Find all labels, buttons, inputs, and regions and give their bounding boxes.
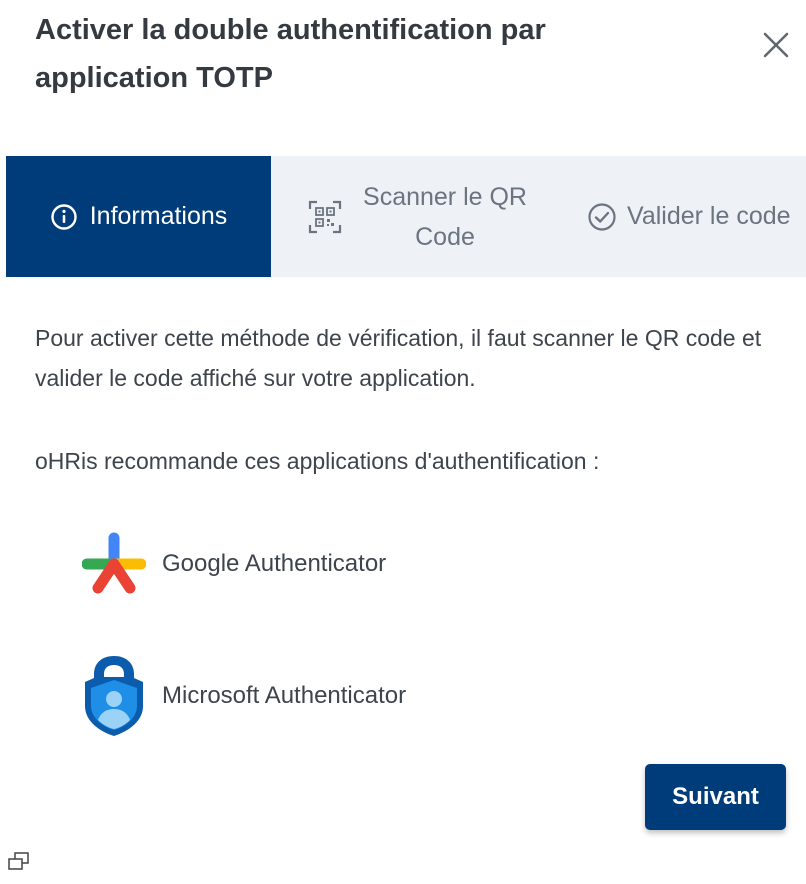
step-label: Scanner le QR Code [363, 182, 527, 251]
recommendation-text: oHRis recommande ces applications d'auth… [35, 448, 600, 474]
step-validate-code[interactable]: Valider le code [571, 156, 806, 277]
step-label: Valider le code [627, 202, 791, 230]
step-label: Informations [89, 202, 228, 230]
intro-text: Pour activer cette méthode de vérificati… [35, 325, 762, 391]
stepper: Informations Scanner le QR Code Valider … [6, 156, 806, 277]
step-informations[interactable]: Informations [6, 156, 271, 277]
app-microsoft-authenticator: Microsoft Authenticator [78, 654, 406, 738]
step-scan-qr[interactable]: Scanner le QR Code [271, 156, 571, 277]
app-google-authenticator: Google Authenticator [78, 532, 386, 596]
app-name: Microsoft Authenticator [162, 682, 407, 709]
next-button[interactable]: Suivant [645, 764, 786, 830]
microsoft-authenticator-logo [78, 654, 150, 738]
app-name: Google Authenticator [162, 550, 387, 577]
qr-code-icon [307, 199, 343, 235]
close-icon[interactable] [758, 27, 794, 63]
window-restore-icon [8, 852, 30, 877]
check-circle-icon [587, 202, 617, 232]
dialog-title: Activer la double authentification par a… [35, 14, 546, 94]
info-circle-icon [50, 203, 78, 231]
google-authenticator-logo [78, 532, 150, 596]
